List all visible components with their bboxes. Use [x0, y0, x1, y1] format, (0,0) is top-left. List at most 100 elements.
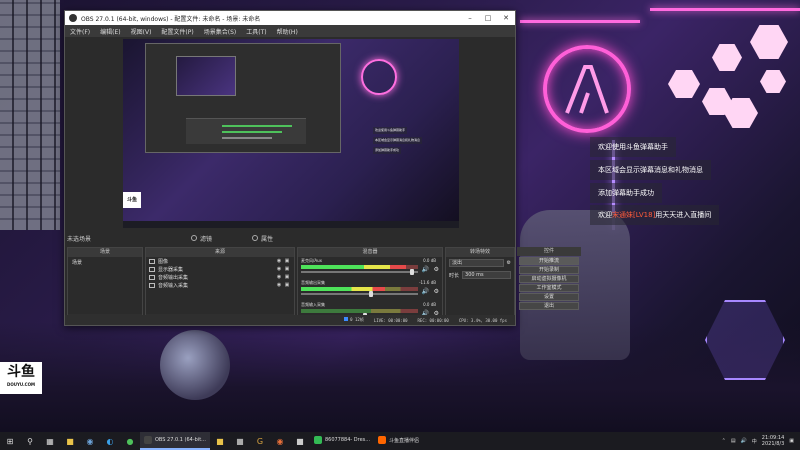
- lock-icon[interactable]: ▣: [283, 258, 291, 264]
- browser-icon[interactable]: ◉: [270, 432, 290, 450]
- slider-knob[interactable]: [410, 269, 415, 275]
- taskbar-clock[interactable]: 21:09:14 2021/8/3: [762, 435, 784, 447]
- mixer-header: 混音器: [298, 248, 442, 257]
- gear-icon: [252, 235, 259, 241]
- obs-window[interactable]: OBS 27.0.1 (64-bit, windows) - 配置文件: 未命名…: [64, 10, 581, 326]
- preview-chat-message: 添加弹幕助手成功: [373, 147, 402, 154]
- windows-start-icon[interactable]: ⊞: [0, 432, 20, 450]
- eye-icon[interactable]: ◉: [275, 258, 283, 264]
- search-icon[interactable]: ⚲: [20, 432, 40, 450]
- volume-slider[interactable]: [301, 269, 418, 275]
- preview-neon-logo-icon: [361, 59, 397, 95]
- virtual-camera-button[interactable]: 启动虚拟摄像机: [519, 275, 579, 283]
- cpu-fps: CPU: 3.4%, 30.00 fps: [458, 317, 507, 323]
- menu-tools[interactable]: 工具(T): [246, 27, 266, 36]
- file-explorer-icon[interactable]: ■: [60, 432, 80, 450]
- menu-edit[interactable]: 编辑(E): [100, 27, 120, 36]
- rec-time: REC: 00:00:00: [417, 317, 449, 323]
- nested-obs-preview: [145, 43, 341, 153]
- filters-button[interactable]: 滤镜: [191, 234, 212, 243]
- scenes-dock: 场景 场景 + – ⌃ ⌄: [67, 247, 143, 325]
- volume-meter: [301, 287, 418, 291]
- menu-profile[interactable]: 配置文件(P): [161, 27, 193, 36]
- menu-view[interactable]: 视图(V): [131, 27, 152, 36]
- eye-icon[interactable]: ◉: [275, 274, 283, 280]
- app-icon[interactable]: ■: [210, 432, 230, 450]
- steam-icon[interactable]: ◉: [80, 432, 100, 450]
- transition-select[interactable]: 淡出: [449, 259, 504, 267]
- tray-expand-icon[interactable]: ⌃: [722, 438, 726, 444]
- source-item[interactable]: 音频输入采集 ◉ ▣: [146, 281, 294, 289]
- scene-item[interactable]: 场景: [68, 257, 142, 268]
- neon-strip: [520, 20, 640, 23]
- gear-icon[interactable]: ⚙: [434, 288, 439, 295]
- eye-icon[interactable]: ◉: [275, 266, 283, 272]
- lock-icon[interactable]: ▣: [283, 274, 291, 280]
- menu-file[interactable]: 文件(F): [70, 27, 90, 36]
- track-name: 麦克风/Aux: [301, 258, 322, 263]
- controls-dock: 控件 开始推流 开始录制 启动虚拟摄像机 工作室模式 设置 退出: [517, 247, 581, 325]
- eye-icon[interactable]: ◉: [275, 282, 283, 288]
- meter-fill: [301, 265, 407, 269]
- source-item[interactable]: 显示器采集 ◉ ▣: [146, 265, 294, 273]
- app-icon[interactable]: ■: [290, 432, 310, 450]
- source-name: 音频输出采集: [158, 274, 189, 281]
- menu-scene-collection[interactable]: 场景集合(S): [204, 27, 237, 36]
- task-view-icon[interactable]: ▦: [40, 432, 60, 450]
- chat-suffix: 用天天进入直播间: [655, 211, 712, 219]
- properties-button[interactable]: 属性: [252, 234, 273, 243]
- neon-hex-light: [760, 70, 786, 93]
- chat-message: 本区域会显示弹幕消息和礼物消息: [590, 160, 711, 180]
- background-floor: [0, 322, 800, 432]
- app-icon[interactable]: ■: [230, 432, 250, 450]
- obs-preview-canvas[interactable]: 欢迎使用斗鱼弹幕助手 本区域会显示弹幕消息和礼物消息 添加弹幕助手成功 斗鱼: [123, 39, 459, 228]
- chat-level: LV18: [635, 211, 653, 219]
- douyu-logo: 斗鱼 DOUYU.COM: [0, 362, 42, 394]
- network-icon[interactable]: ▤: [731, 438, 736, 444]
- close-icon[interactable]: ✕: [497, 14, 515, 22]
- chat-username: 宋通妹: [612, 211, 633, 219]
- preview-chat-message: 本区域会显示弹幕消息和礼物消息: [373, 137, 423, 144]
- source-item[interactable]: 图像 ◉ ▣: [146, 257, 294, 265]
- ime-icon[interactable]: 中: [752, 438, 757, 445]
- lock-icon[interactable]: ▣: [283, 266, 291, 272]
- duration-input[interactable]: 300 ms: [462, 271, 511, 279]
- gear-icon[interactable]: ⚙: [434, 266, 439, 273]
- volume-icon[interactable]: 🔊: [741, 438, 747, 444]
- lock-icon[interactable]: ▣: [283, 282, 291, 288]
- obs-titlebar[interactable]: OBS 27.0.1 (64-bit, windows) - 配置文件: 未命名…: [65, 11, 515, 25]
- douyu-icon: [378, 436, 387, 444]
- settings-button[interactable]: 设置: [519, 293, 579, 301]
- gear-icon[interactable]: ⚙: [507, 260, 511, 266]
- sources-dock: 来源 图像 ◉ ▣ 显示器采集 ◉ ▣ 音频输出采集 ◉ ▣ 音频输入采集 ◉ …: [145, 247, 295, 325]
- exit-button[interactable]: 退出: [519, 302, 579, 310]
- app-icon[interactable]: G: [250, 432, 270, 450]
- nested-preview-canvas: [176, 56, 236, 96]
- source-name: 图像: [158, 258, 169, 265]
- obs-window-title: OBS 27.0.1 (64-bit, windows) - 配置文件: 未命名…: [81, 15, 261, 23]
- wechat-icon[interactable]: ●: [120, 432, 140, 450]
- source-item[interactable]: 音频输出采集 ◉ ▣: [146, 273, 294, 281]
- edge-icon[interactable]: ◐: [100, 432, 120, 450]
- volume-slider[interactable]: [301, 291, 418, 297]
- scenes-header: 场景: [68, 248, 142, 257]
- start-streaming-button[interactable]: 开始推流: [519, 257, 579, 265]
- live-time: LIVE: 00:00:00: [373, 317, 408, 323]
- minimize-icon[interactable]: –: [461, 14, 479, 22]
- taskbar-app-obs[interactable]: OBS 27.0.1 (64-bit...: [140, 432, 210, 450]
- taskbar-app-label: OBS 27.0.1 (64-bit...: [155, 437, 206, 443]
- slider-knob[interactable]: [369, 291, 374, 297]
- menu-help[interactable]: 帮助(H): [277, 27, 298, 36]
- chat-message: 欢迎宋通妹[LV18]用天天进入直播间: [590, 205, 720, 225]
- taskbar-app-douyu[interactable]: 斗鱼直播伴侣: [374, 432, 423, 450]
- speaker-icon[interactable]: 🔊: [422, 266, 429, 273]
- taskbar-app-browser[interactable]: 86077884- Dres...: [310, 432, 374, 450]
- speaker-icon[interactable]: 🔊: [422, 288, 429, 295]
- start-recording-button[interactable]: 开始录制: [519, 266, 579, 274]
- preview-taskbar: [123, 221, 459, 228]
- notification-icon[interactable]: ▣: [789, 438, 794, 444]
- maximize-icon[interactable]: □: [479, 14, 497, 22]
- studio-mode-button[interactable]: 工作室模式: [519, 284, 579, 292]
- properties-label: 属性: [261, 235, 274, 243]
- neon-hex-light: [668, 70, 700, 98]
